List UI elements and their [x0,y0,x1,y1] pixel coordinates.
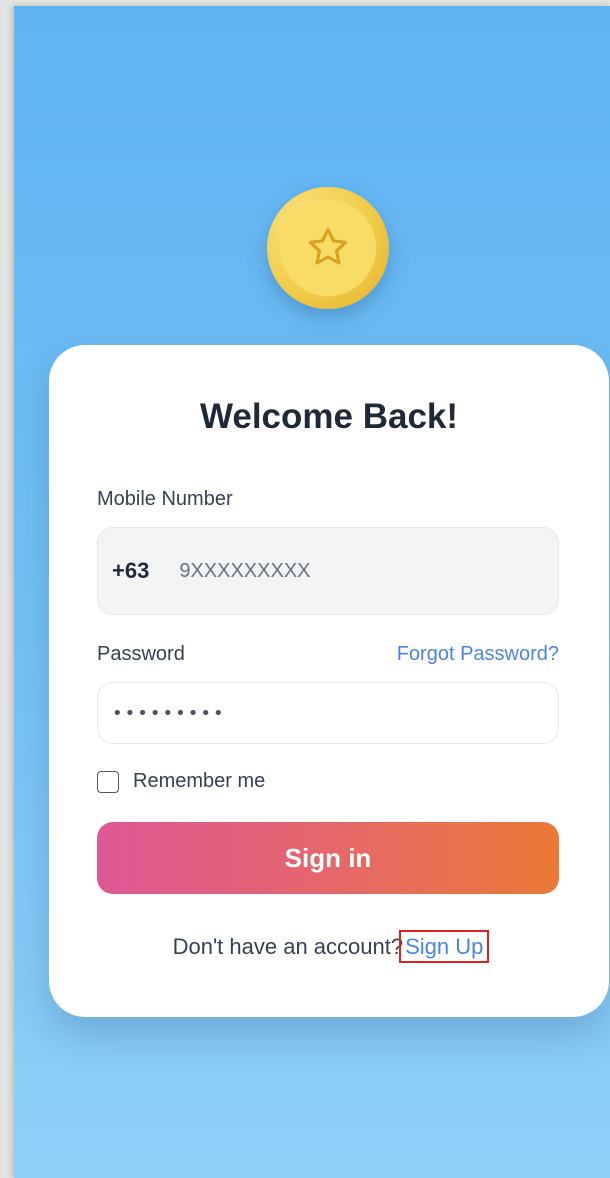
app-logo [267,187,389,309]
remember-me-label[interactable]: Remember me [133,770,265,793]
remember-me-row[interactable]: Remember me [97,770,265,793]
mobile-number-field[interactable]: +63 [97,527,559,615]
country-code: +63 [112,558,150,583]
app-screen: Welcome Back! Mobile Number +63 Password… [14,6,610,1178]
password-label: Password [97,643,185,665]
password-input[interactable] [112,702,532,724]
password-field[interactable] [97,682,559,744]
login-card: Welcome Back! Mobile Number +63 Password… [49,345,609,1017]
signup-prompt: Don't have an account? [172,934,404,959]
sign-in-button[interactable]: Sign in [97,822,559,894]
page-title: Welcome Back! [199,397,459,436]
mobile-number-input[interactable] [179,559,480,583]
forgot-password-link[interactable]: Forgot Password? [397,643,559,666]
signup-row: Don't have an account?Sign Up [49,930,609,963]
remember-me-checkbox[interactable] [97,770,119,793]
star-icon [308,228,348,265]
logo-badge [280,200,376,296]
sign-up-link[interactable]: Sign Up [399,930,490,963]
mobile-number-label: Mobile Number [97,488,233,510]
